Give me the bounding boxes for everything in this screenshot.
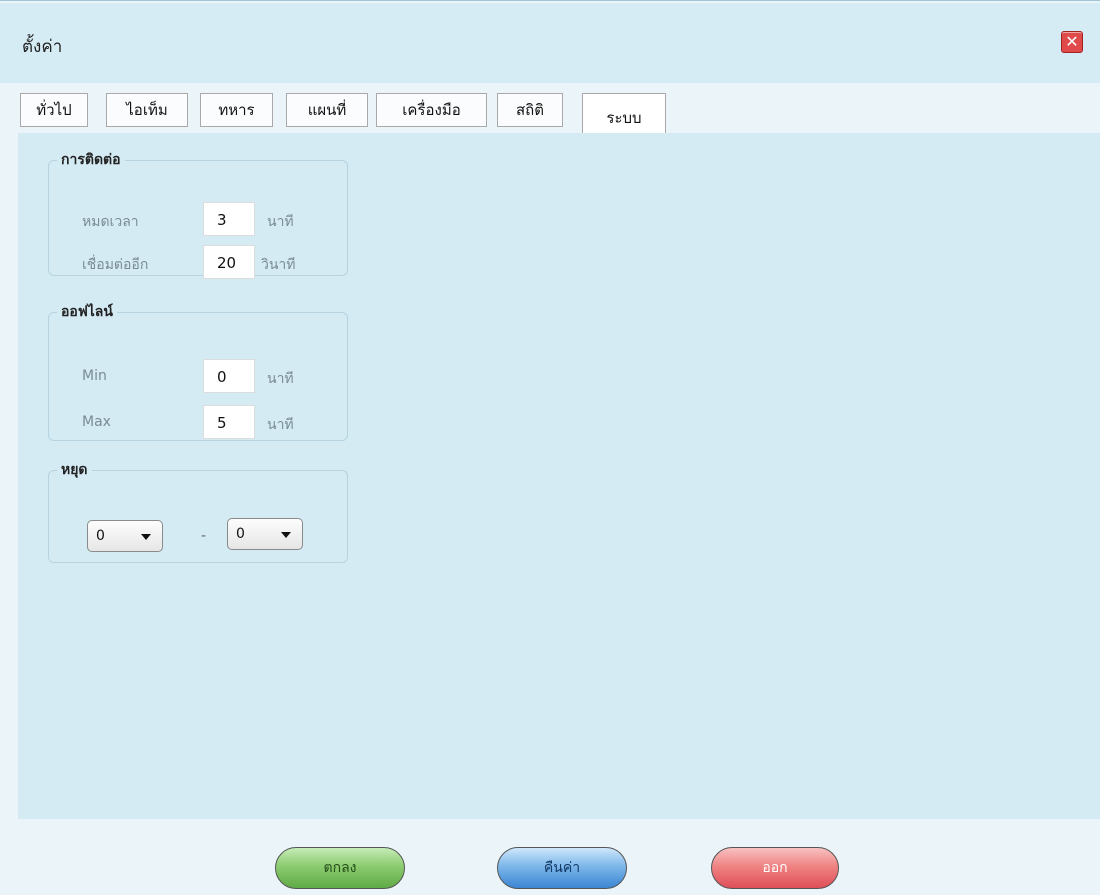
pause-legend: หยุด (61, 462, 88, 478)
offline-min-unit: นาที (267, 371, 294, 387)
reconnect-input[interactable]: 20 (203, 245, 255, 279)
tab-soldiers[interactable]: ทหาร (200, 93, 273, 127)
tab-map[interactable]: แผนที่ (286, 93, 368, 127)
tab-system[interactable]: ระบบ (582, 93, 666, 133)
reconnect-unit: วินาที (261, 257, 296, 273)
chevron-down-icon (281, 532, 291, 538)
close-icon[interactable]: ✕ (1061, 31, 1083, 53)
dialog-title: ตั้งค่า (22, 37, 63, 57)
settings-dialog: ตั้งค่า ✕ ทั่วไป ไอเท็ม ทหาร แผนที่ เครื… (0, 0, 1100, 895)
pause-to-value: 0 (236, 526, 245, 542)
ok-button[interactable]: ตกลง (275, 847, 405, 889)
pause-group: หยุด 0 - 0 (48, 459, 348, 563)
chevron-down-icon (141, 534, 151, 540)
title-bar: ตั้งค่า ✕ (0, 3, 1100, 83)
connection-group: การติดต่อ หมดเวลา 3 นาที เชื่อมต่ออีก 20… (48, 149, 348, 279)
pause-separator: - (201, 528, 207, 544)
exit-button[interactable]: ออก (711, 847, 839, 889)
offline-max-input[interactable]: 5 (203, 405, 255, 439)
tab-content-panel: การติดต่อ หมดเวลา 3 นาที เชื่อมต่ออีก 20… (18, 133, 1100, 819)
offline-legend: ออฟไลน์ (61, 304, 113, 320)
pause-from-select[interactable]: 0 (87, 520, 163, 552)
timeout-label: หมดเวลา (82, 214, 139, 230)
tab-general[interactable]: ทั่วไป (20, 93, 88, 127)
offline-min-input[interactable]: 0 (203, 359, 255, 393)
offline-group: ออฟไลน์ Min 0 นาที Max 5 นาที (48, 301, 348, 441)
connection-legend: การติดต่อ (61, 152, 121, 168)
reset-button[interactable]: คืนค่า (497, 847, 627, 889)
pause-to-select[interactable]: 0 (227, 518, 303, 550)
pause-from-value: 0 (96, 528, 105, 544)
timeout-input[interactable]: 3 (203, 202, 255, 236)
timeout-unit: นาที (267, 214, 294, 230)
tab-items[interactable]: ไอเท็ม (106, 93, 188, 127)
offline-min-label: Min (82, 368, 107, 384)
reconnect-label: เชื่อมต่ออีก (82, 257, 149, 273)
offline-max-unit: นาที (267, 417, 294, 433)
tab-stats[interactable]: สถิติ (497, 93, 563, 127)
tab-tools[interactable]: เครื่องมือ (376, 93, 487, 127)
offline-max-label: Max (82, 414, 111, 430)
